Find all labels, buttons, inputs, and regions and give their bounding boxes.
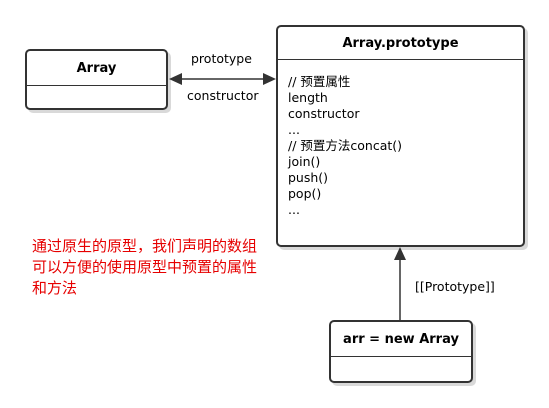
member-line: length — [288, 90, 328, 105]
array-box-title: Array — [27, 51, 166, 86]
member-line: push() — [288, 170, 329, 185]
arrowhead-left — [169, 73, 182, 85]
member-line: join() — [288, 154, 321, 169]
arr-instance-box: arr = new Array — [329, 320, 473, 383]
member-line: // 预置方法concat() — [288, 138, 403, 153]
arrowhead-up — [394, 247, 406, 260]
member-line: constructor — [288, 106, 360, 121]
array-prototype-members: // 预置属性 length constructor ... // 预置方法co… — [278, 60, 523, 218]
annotation-note: 通过原生的原型，我们声明的数组可以方便的使用原型中预置的属性和方法 — [32, 237, 258, 297]
member-line: pop() — [288, 186, 322, 201]
array-box: Array — [25, 49, 168, 110]
member-line: // 预置属性 — [288, 74, 351, 89]
prototype-edge-label: prototype — [191, 51, 252, 66]
member-line: ... — [288, 122, 300, 137]
array-prototype-box-title: Array.prototype — [278, 27, 523, 60]
arr-instance-box-title: arr = new Array — [331, 322, 471, 357]
member-line: ... — [288, 202, 300, 217]
array-prototype-box: Array.prototype // 预置属性 length construct… — [276, 25, 525, 247]
constructor-edge-label: constructor — [187, 88, 259, 103]
arrowhead-right — [263, 73, 276, 85]
proto-chain-edge-label: [[Prototype]] — [415, 279, 495, 294]
